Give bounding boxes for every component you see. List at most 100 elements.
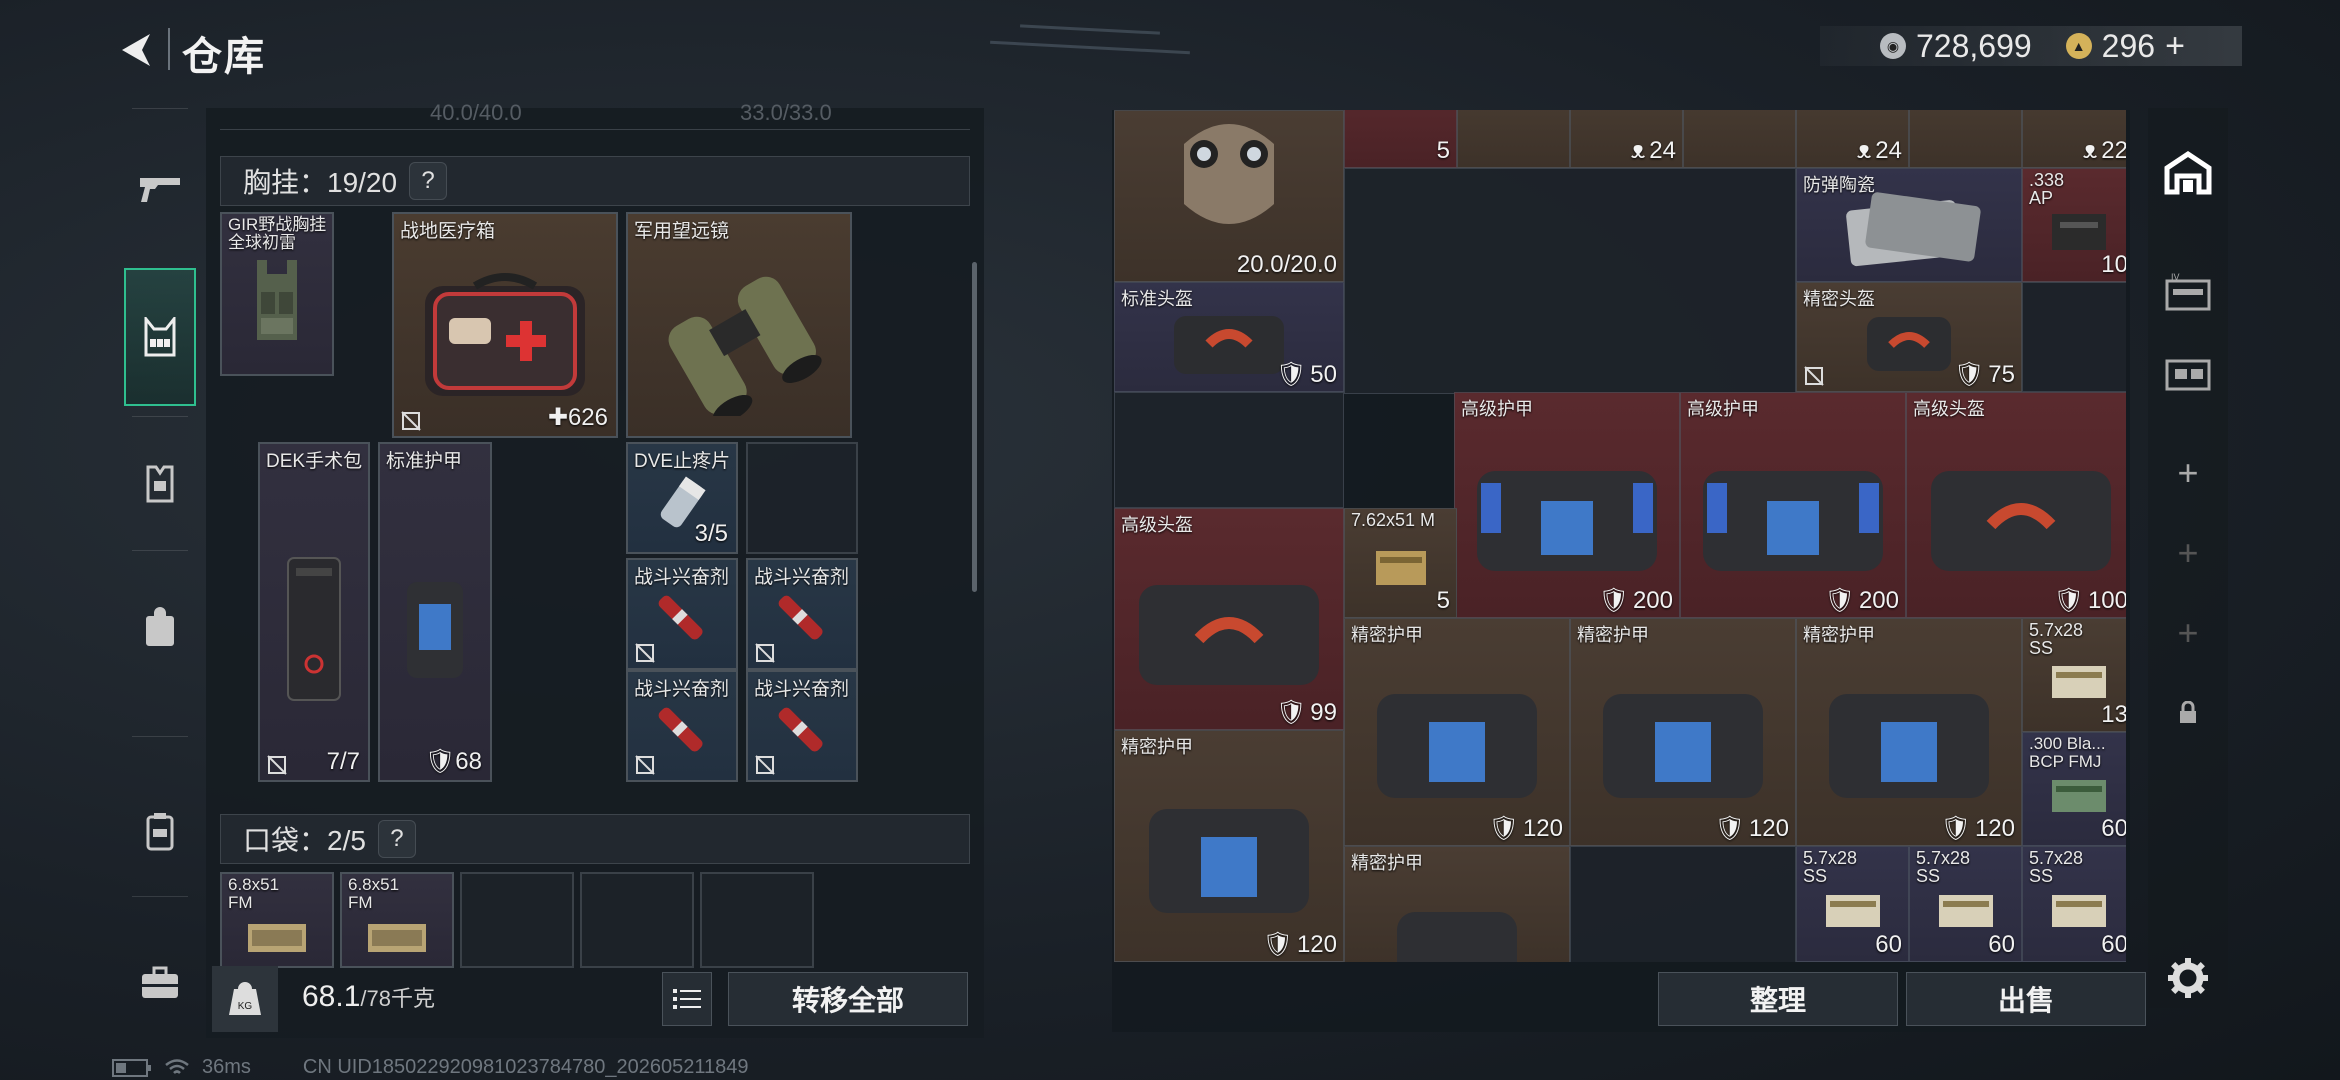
vest-slot-1[interactable]: 战地医疗箱 ✚626 <box>392 212 618 438</box>
help-button[interactable]: ? <box>377 820 416 858</box>
binoculars-image <box>668 276 822 417</box>
item-name: 精密护甲 <box>1803 625 1875 645</box>
vest-slot-2[interactable]: 军用望远镜 <box>626 212 852 438</box>
ammo-box-image <box>2051 665 2106 698</box>
ammo-box-image <box>2051 894 2106 927</box>
vest-slot-10[interactable]: 战斗兴奋剂 <box>746 670 858 782</box>
vest-slot-8[interactable]: 战斗兴奋剂 <box>746 558 858 670</box>
stash-item-top-empty[interactable] <box>1683 110 1796 168</box>
equipped-chest-rig[interactable]: GIR野战胸挂全球初雷 <box>220 212 334 376</box>
stash-item-armor-adv-1[interactable]: 高级护甲 🛡 200 <box>1454 392 1680 618</box>
stash-item-top4[interactable]: ᴥ 22 <box>2022 110 2126 168</box>
vest-slot-5[interactable]: DVE止疼片 3/5 <box>626 442 738 554</box>
empty-slot[interactable] <box>1114 392 1344 508</box>
add-tab-button-2[interactable]: + <box>2148 508 2228 598</box>
add-tab-button-1[interactable]: + <box>2148 428 2228 518</box>
chest-rig-image <box>257 260 297 340</box>
stash-tab-main[interactable] <box>2148 128 2228 218</box>
item-name: 高级头盔 <box>1121 515 1193 535</box>
stash-item-armor-adv-2[interactable]: 高级护甲 🛡 200 <box>1680 392 1906 618</box>
shield-icon: 🛡 <box>1940 815 1971 842</box>
vest-slot-9[interactable]: 战斗兴奋剂 <box>626 670 738 782</box>
pocket-slot-4[interactable] <box>580 872 694 968</box>
armor-bag-image <box>1377 694 1537 799</box>
stash-item-helm-prec[interactable]: 精密头盔 🛡 75 <box>1796 282 2022 392</box>
stash-item-ss190-a[interactable]: 5.7x28 SS 13 <box>2022 618 2126 732</box>
empty-slot[interactable] <box>1570 846 1796 962</box>
nav-toolbox[interactable] <box>124 928 196 1038</box>
back-button[interactable] <box>112 26 160 74</box>
vest-slot-6[interactable] <box>746 442 858 554</box>
armor-value: 🛡 120 <box>1262 930 1337 959</box>
no-insure-icon <box>635 643 655 663</box>
stim-injector-image <box>658 708 703 752</box>
stash-item-helm-adv-2[interactable]: 高级头盔 🛡 99 <box>1114 508 1344 730</box>
empty-slot[interactable] <box>1344 168 1796 394</box>
stash-item-helm-adv-1[interactable]: 高级头盔 🛡 100 <box>1906 392 2126 618</box>
stash-item-nvg[interactable]: 20.0/20.0 <box>1114 110 1344 282</box>
stash-item-armor-prec-3[interactable]: 精密护甲 🛡 120 <box>1796 618 2022 846</box>
currency-bar: ◉ 728,699 ▲ 296 + <box>1820 26 2242 66</box>
stash-item-armor-prec-1[interactable]: 精密护甲 🛡 120 <box>1344 618 1570 846</box>
plus-icon: + <box>2177 532 2199 573</box>
pocket-slot-2[interactable]: 6.8x51 FM <box>340 872 454 968</box>
weight-current: 68.1 <box>302 980 361 1013</box>
item-uses: 3/5 <box>694 520 728 547</box>
stash-item-armor-prec-5[interactable]: 精密护甲 <box>1344 846 1570 962</box>
stash-item-ss190-b[interactable]: 5.7x28 SS 60 <box>1796 846 1909 962</box>
item-uses: ✚626 <box>547 404 608 431</box>
armor-value: 🛡 120 <box>1940 814 2015 843</box>
loadout-scrollbar[interactable] <box>972 262 977 592</box>
stash-item-plate[interactable]: 防弹陶瓷 <box>1796 168 2022 282</box>
list-view-button[interactable] <box>662 972 712 1026</box>
help-button[interactable]: ? <box>409 162 448 200</box>
sell-button[interactable]: 出售 <box>1906 972 2146 1026</box>
stack-count: 60 <box>2101 931 2126 958</box>
vest-slot-3[interactable]: DEK手术包 7/7 <box>258 442 370 782</box>
stash-item-top3[interactable]: ᴥ 24 <box>1796 110 1909 168</box>
stash-item-helm-std[interactable]: 标准头盔 🛡 50 <box>1114 282 1344 392</box>
stash-item-armor-prec-4[interactable]: 精密护甲 🛡 120 <box>1114 730 1344 962</box>
stash-item-top2[interactable]: ᴥ 24 <box>1570 110 1683 168</box>
stash-item-top-empty[interactable] <box>1457 110 1570 168</box>
locked-tab[interactable] <box>2148 668 2228 758</box>
nav-backpack[interactable] <box>124 572 196 682</box>
pocket-slot-3[interactable] <box>460 872 574 968</box>
stash-item-338ap[interactable]: .338 AP 10 <box>2022 168 2126 282</box>
plus-icon: ✚ <box>547 404 568 431</box>
stash-item-300blk[interactable]: .300 Bla... BCP FMJ 60 <box>2022 732 2126 846</box>
pocket-slot-5[interactable] <box>700 872 814 968</box>
add-gold-button[interactable]: + <box>2165 27 2185 66</box>
vest-slot-4[interactable]: 标准护甲 🛡68 <box>378 442 492 782</box>
stash-item-top1[interactable]: 5 <box>1344 110 1457 168</box>
nav-backpack-gear[interactable] <box>124 428 196 538</box>
item-name: 精密护甲 <box>1351 853 1423 873</box>
stash-tab-gear[interactable] <box>2148 328 2228 418</box>
no-insure-icon <box>401 411 421 431</box>
item-name: 战地医疗箱 <box>400 221 496 242</box>
item-name: .300 Bla... BCP FMJ <box>2029 734 2106 771</box>
helmet-bag-image <box>1139 585 1319 685</box>
ammo-icon: ᴥ <box>1856 137 1872 164</box>
sort-button[interactable]: 整理 <box>1658 972 1898 1026</box>
stash-item-ss190-d[interactable]: 5.7x28 SS 60 <box>2022 846 2126 962</box>
stash-tab-weapons[interactable]: IV <box>2148 248 2228 338</box>
stash-item-armor-prec-2[interactable]: 精密护甲 🛡 120 <box>1570 618 1796 846</box>
empty-slot[interactable] <box>2022 282 2126 392</box>
stash-item-762[interactable]: 7.62x51 M 5 <box>1344 508 1457 618</box>
nvg-helmet-image <box>1184 124 1274 224</box>
capacity-right: 33.0/33.0 <box>740 100 832 125</box>
transfer-all-button[interactable]: 转移全部 <box>728 972 968 1026</box>
add-tab-button-3[interactable]: + <box>2148 588 2228 678</box>
case-icon <box>146 813 174 851</box>
nav-container[interactable] <box>124 776 196 886</box>
pocket-slot-1[interactable]: 6.8x51 FM <box>220 872 334 968</box>
settings-button[interactable] <box>2160 950 2216 1006</box>
stash-item-top-empty[interactable] <box>1909 110 2022 168</box>
stash-item-ss190-c[interactable]: 5.7x28 SS 60 <box>1909 846 2022 962</box>
nav-chest-rig[interactable] <box>124 268 196 406</box>
nav-weapon[interactable] <box>124 134 196 244</box>
silver-amount: 728,699 <box>1916 27 2032 64</box>
vest-slot-7[interactable]: 战斗兴奋剂 <box>626 558 738 670</box>
page-title: 仓库 <box>182 35 266 79</box>
